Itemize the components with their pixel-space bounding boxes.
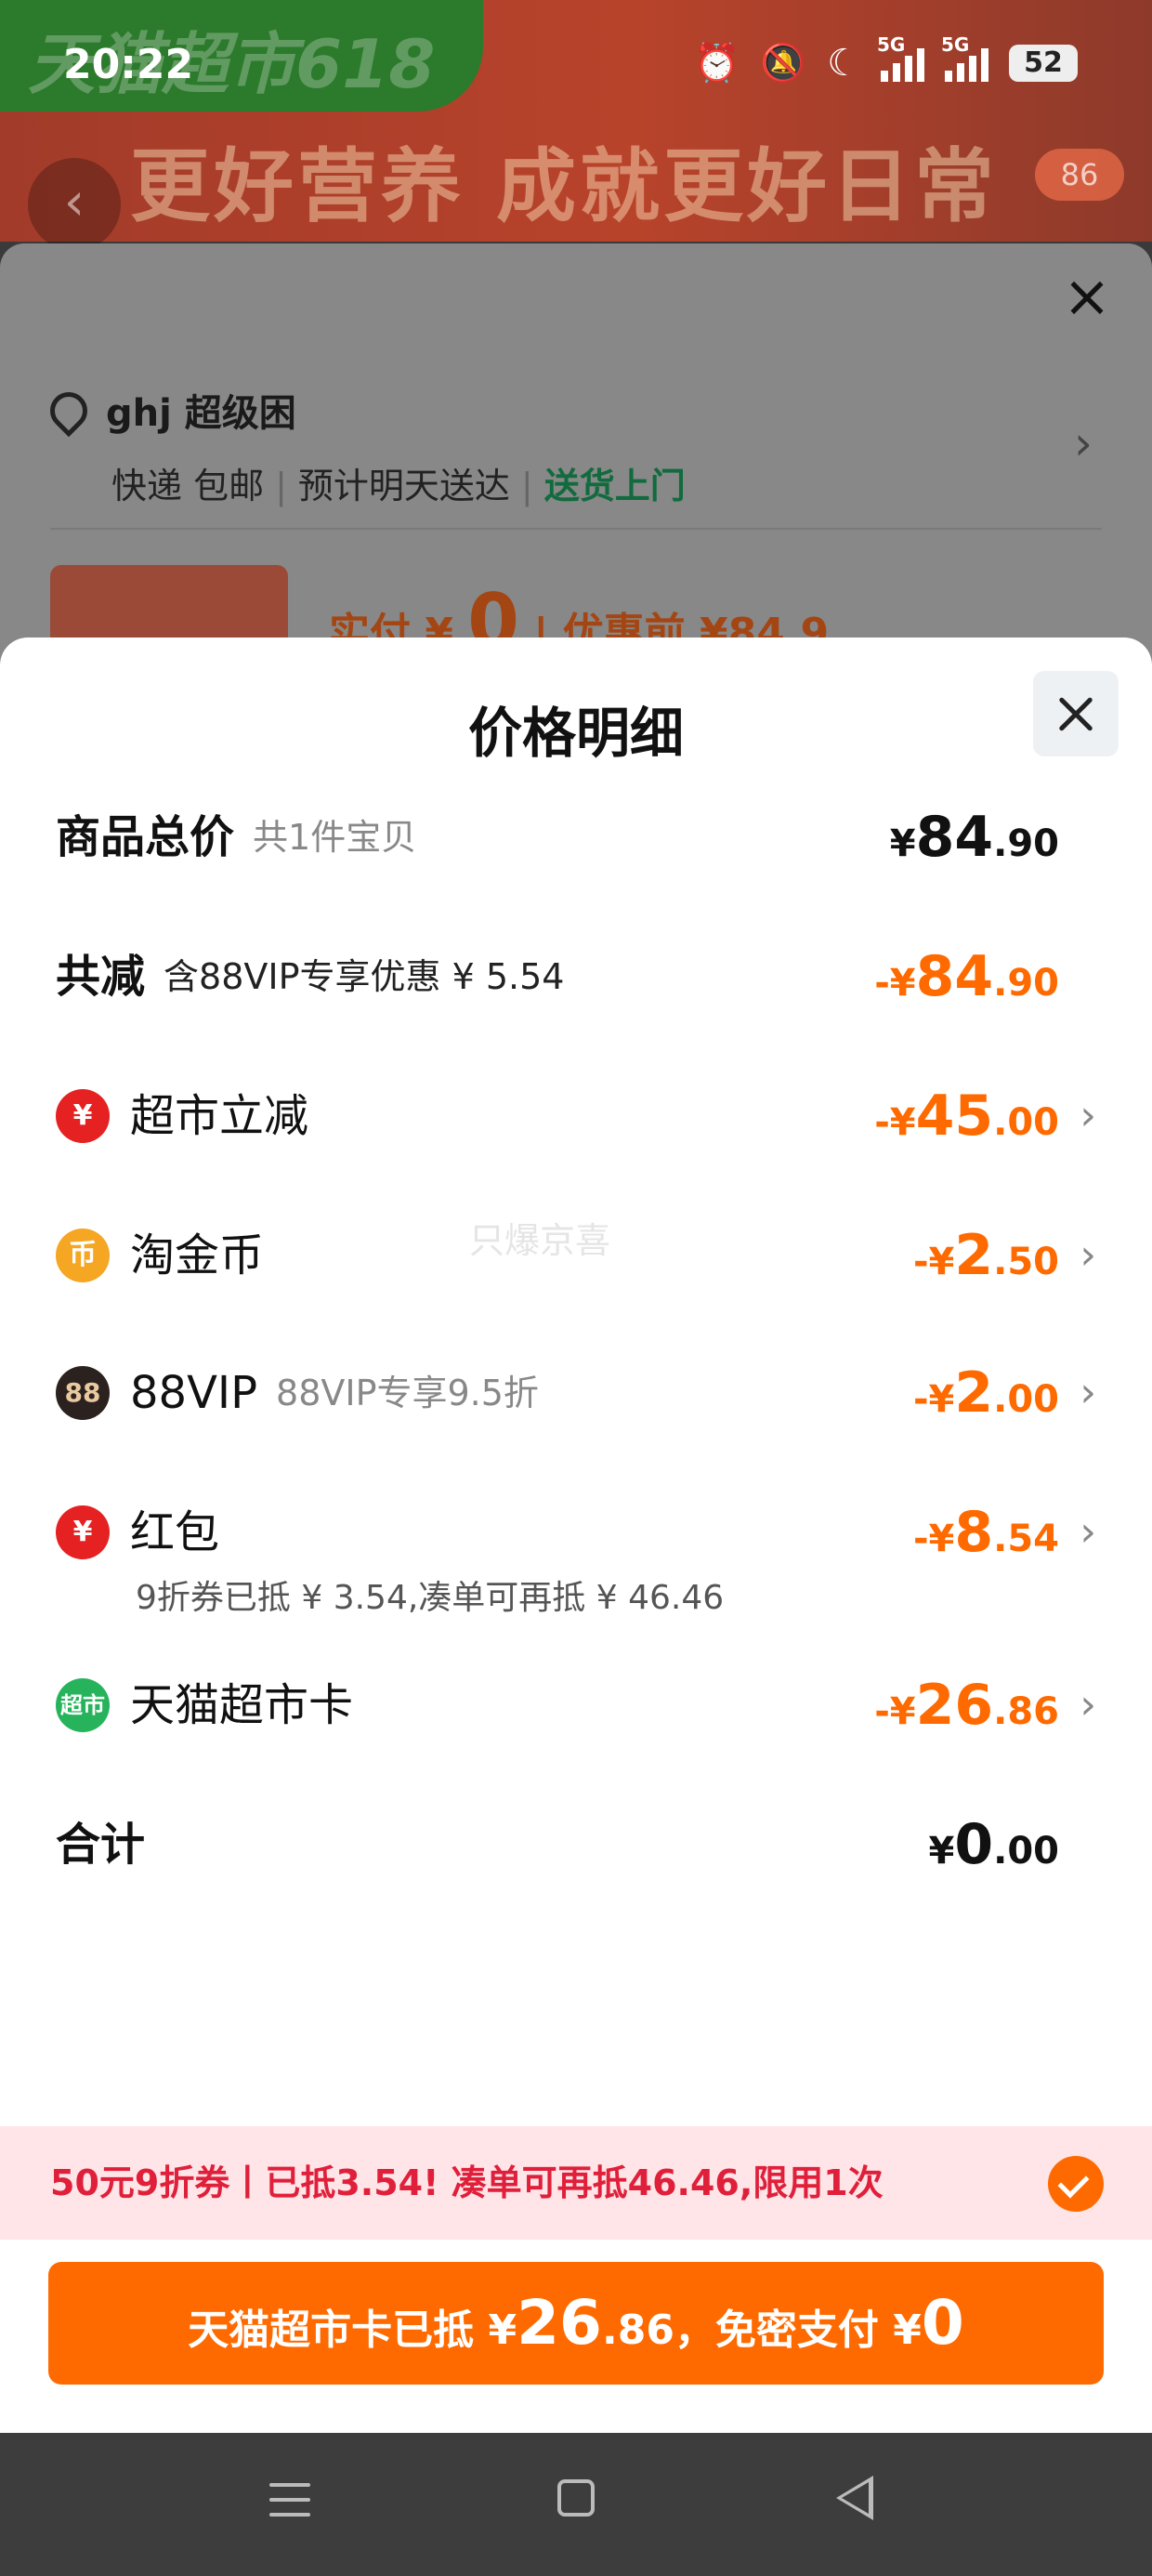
divider <box>50 528 1102 530</box>
red-packet-icon: ¥ <box>56 1505 110 1559</box>
card-amount-int: 26 <box>517 2287 602 2359</box>
discount-label: 共减 <box>56 951 146 1003</box>
close-icon[interactable]: × <box>1063 268 1111 325</box>
address-name: ghj 超级困 <box>106 392 296 435</box>
item-label: 88VIP <box>130 1367 258 1419</box>
item-amount: -¥26.86 <box>874 1673 1059 1738</box>
chevron-right-icon: › <box>1080 1231 1096 1279</box>
shipping-eta: 预计明天送达 <box>297 466 510 506</box>
cart-count-badge[interactable]: 86 <box>1035 149 1124 201</box>
moon-icon: ☾ <box>827 41 860 85</box>
item-label: 天猫超市卡 <box>130 1679 354 1731</box>
discount-detail: 含88VIP专享优惠 ¥ 5.54 <box>164 956 565 997</box>
row-total-price: 商品总价 共1件宝贝 ¥84.90 <box>56 795 1096 879</box>
total-count: 共1件宝贝 <box>253 817 417 858</box>
back-icon[interactable]: ‹ <box>28 158 121 251</box>
status-bar: 20:22 ⏰ 🔕 ☾ 5G 5G 52 <box>0 0 1152 121</box>
item-amount: -¥2.00 <box>912 1360 1059 1426</box>
shipping-info: 快递 包邮 | 预计明天送达 | 送货上门 <box>111 466 686 506</box>
sheet-title: 价格明细 <box>467 702 684 765</box>
back-triangle-icon[interactable] <box>836 2476 873 2520</box>
vip88-icon: 88 <box>56 1366 110 1420</box>
row-taojinbi[interactable]: 币淘金币 -¥2.50 › <box>56 1214 1096 1297</box>
delivery-tag: 送货上门 <box>543 466 686 506</box>
row-grand-total: 合计 ¥0.00 <box>56 1803 1096 1886</box>
item-sub: 88VIP专享9.5折 <box>276 1373 539 1413</box>
delivery-address[interactable]: ghj 超级困 <box>42 383 296 438</box>
banner-slogan: 更好营养 成就更好日常 <box>130 140 998 233</box>
grand-total-label: 合计 <box>56 1819 146 1871</box>
chevron-right-icon: › <box>1080 1508 1096 1556</box>
row-supermarket-discount[interactable]: ¥ 超市立减 -¥45.00 › <box>56 1074 1096 1158</box>
menu-icon[interactable] <box>269 2483 310 2528</box>
discount-amount: -¥84.90 <box>874 944 1059 1009</box>
row-red-packet[interactable]: ¥ 红包 -¥8.54 › <box>56 1491 1096 1574</box>
checkmark-icon[interactable] <box>1048 2156 1104 2212</box>
close-button[interactable] <box>1033 671 1119 756</box>
chevron-right-icon: › <box>1080 1681 1096 1728</box>
status-icons: ⏰ 🔕 ☾ 5G 5G 52 <box>693 33 1078 85</box>
coupon-promo-bar[interactable]: 50元9折券丨已抵3.54! 凑单可再抵46.46,限用1次 <box>0 2126 1152 2240</box>
red-packet-note: 9折券已抵 ¥ 3.54,凑单可再抵 ¥ 46.46 <box>136 1579 725 1617</box>
chevron-right-icon: › <box>1080 1092 1096 1139</box>
red-packet-note-row: 9折券已抵 ¥ 3.54,凑单可再抵 ¥ 46.46 <box>56 1571 1096 1626</box>
home-icon[interactable] <box>557 2479 595 2517</box>
total-label: 商品总价 <box>56 811 235 863</box>
item-label: 超市立减 <box>130 1090 309 1142</box>
coupon-promo-text: 50元9折券丨已抵3.54! 凑单可再抵46.46,限用1次 <box>50 2162 884 2203</box>
row-total-discount: 共减 含88VIP专享优惠 ¥ 5.54 -¥84.90 <box>56 935 1096 1019</box>
battery-icon: 52 <box>1009 44 1078 82</box>
chevron-right-icon[interactable]: › <box>1074 416 1093 470</box>
pay-button[interactable]: 天猫超市卡已抵 ¥26.86，免密支付 ¥0 <box>48 2262 1104 2385</box>
signal-icon-2: 5G <box>941 33 988 82</box>
grand-total-amount: ¥0.00 <box>928 1812 1059 1877</box>
alarm-icon: ⏰ <box>693 42 740 85</box>
item-label: 淘金币 <box>130 1229 265 1281</box>
row-tmall-card[interactable]: 超市 天猫超市卡 -¥26.86 › <box>56 1663 1096 1747</box>
yuan-coupon-icon: ¥ <box>56 1089 110 1143</box>
row-88vip[interactable]: 88 88VIP 88VIP专享9.5折 -¥2.00 › <box>56 1351 1096 1435</box>
system-nav-bar <box>0 2433 1152 2576</box>
card-amount-dec: .86 <box>601 2307 674 2354</box>
total-amount: ¥84.90 <box>889 805 1059 870</box>
coin-icon: 币 <box>56 1229 110 1282</box>
item-amount: -¥45.00 <box>874 1084 1059 1149</box>
mute-icon: 🔕 <box>760 42 807 85</box>
pay-amount: 0 <box>921 2287 964 2359</box>
shipping-method: 快递 包邮 <box>111 466 265 506</box>
status-time: 20:22 <box>63 41 194 88</box>
item-label: 红包 <box>130 1506 220 1558</box>
signal-icon: 5G <box>877 33 924 82</box>
item-amount: -¥2.50 <box>912 1223 1059 1288</box>
location-pin-icon <box>42 384 96 438</box>
tmall-card-icon: 超市 <box>56 1678 110 1732</box>
chevron-right-icon: › <box>1080 1369 1096 1416</box>
